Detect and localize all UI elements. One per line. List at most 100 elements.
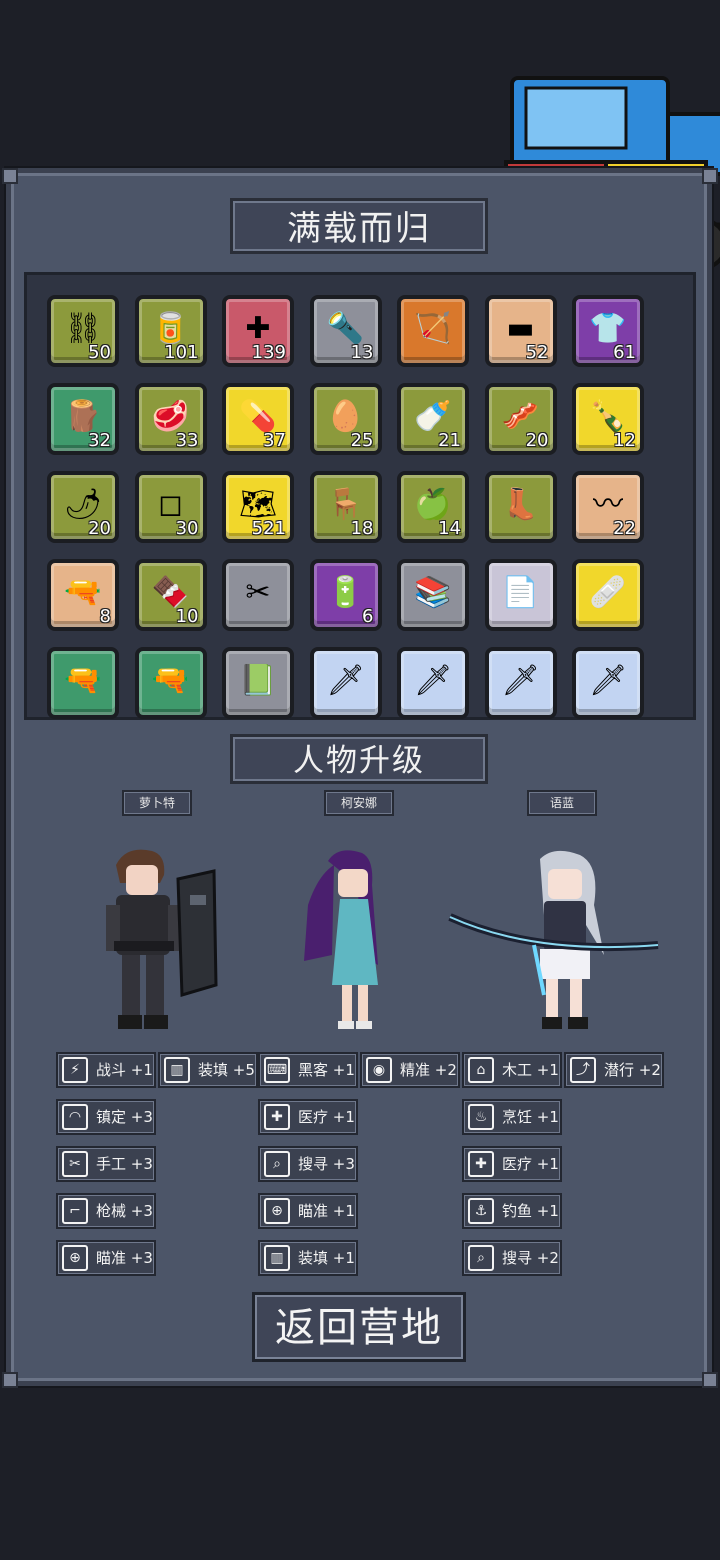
bandage-icon: 🩹 bbox=[589, 575, 627, 611]
inventory-slot[interactable]: 🌶 20 bbox=[47, 471, 119, 543]
inventory-slot[interactable]: 📚 bbox=[397, 559, 469, 631]
inventory-slot[interactable]: 👕 61 bbox=[572, 295, 644, 367]
skill-label: 医疗 +1 bbox=[502, 1155, 559, 1173]
liquor-bottle-icon: 🍾 bbox=[589, 399, 627, 435]
item-count: 12 bbox=[613, 430, 636, 451]
hacker-icon: ⌨ bbox=[264, 1057, 290, 1083]
fishing-icon: ⚓ bbox=[468, 1198, 494, 1224]
item-count: 61 bbox=[613, 342, 636, 363]
inventory-slot[interactable]: 🥩 33 bbox=[134, 383, 207, 455]
inventory-slot[interactable]: ▬ 52 bbox=[484, 295, 557, 367]
inventory-slot[interactable]: 🥓 20 bbox=[484, 383, 557, 455]
inventory-slot[interactable]: 🔋 6 bbox=[309, 559, 382, 631]
inventory-slot[interactable]: 🍏 14 bbox=[397, 471, 469, 543]
sword-icon: 🗡 bbox=[326, 663, 365, 699]
inventory-slot[interactable]: 🥚 25 bbox=[309, 383, 382, 455]
skill-badge: ✚ 医疗 +1 bbox=[258, 1099, 358, 1135]
inventory-slot[interactable]: 🪑 18 bbox=[309, 471, 382, 543]
map-icon: 🗺 bbox=[238, 487, 278, 523]
item-count: 33 bbox=[175, 430, 199, 451]
inventory-slot[interactable]: 🍼 21 bbox=[397, 383, 469, 455]
combat-icon: ⚡ bbox=[62, 1057, 88, 1083]
chocolate-icon: 🍫 bbox=[151, 575, 190, 611]
egg-icon: 🥚 bbox=[326, 399, 365, 435]
inventory-slot[interactable]: 〰 22 bbox=[572, 471, 644, 543]
precision-icon: ◉ bbox=[366, 1057, 392, 1083]
item-count: 18 bbox=[350, 518, 374, 539]
wood-log-icon: 🪵 bbox=[64, 399, 102, 435]
assault-rifle-icon: 🔫 bbox=[64, 663, 102, 699]
item-count: 10 bbox=[175, 606, 199, 627]
inventory-slot[interactable]: 🗺 521 bbox=[222, 471, 294, 543]
inventory-slot[interactable]: 🔦 13 bbox=[309, 295, 382, 367]
aim-icon: ⊕ bbox=[264, 1198, 290, 1224]
inventory-slot[interactable]: 🥫 101 bbox=[134, 295, 207, 367]
skill-label: 装填 +5 bbox=[198, 1061, 255, 1079]
inventory-slot[interactable]: 🍫 10 bbox=[134, 559, 207, 631]
boots-icon: 👢 bbox=[501, 487, 540, 523]
skill-label: 潜行 +2 bbox=[604, 1061, 661, 1079]
inventory-slot[interactable]: 💊 37 bbox=[222, 383, 294, 455]
inventory-slot[interactable]: ◻ 30 bbox=[134, 471, 207, 543]
shirt-icon: 👕 bbox=[589, 311, 627, 347]
inventory-slot[interactable]: 🗡 bbox=[484, 647, 557, 719]
return-to-camp-button[interactable]: 返回营地 bbox=[252, 1292, 466, 1362]
item-count: 139 bbox=[251, 342, 286, 363]
item-count: 8 bbox=[99, 606, 111, 627]
skill-badge: ⌂ 木工 +1 bbox=[462, 1052, 562, 1088]
inventory-slot[interactable]: 📄 bbox=[484, 559, 557, 631]
skill-label: 手工 +3 bbox=[96, 1155, 153, 1173]
inventory-slot[interactable]: ⛓ 50 bbox=[47, 295, 119, 367]
flashlight-icon: 🔦 bbox=[326, 311, 365, 347]
canned-food-icon: 🥫 bbox=[151, 311, 190, 347]
milk-bottle-icon: 🍼 bbox=[414, 399, 452, 435]
craft-icon: ✂ bbox=[62, 1151, 88, 1177]
skill-label: 钓鱼 +1 bbox=[502, 1202, 559, 1220]
item-count: 521 bbox=[251, 518, 286, 539]
skill-label: 战斗 +1 bbox=[96, 1061, 153, 1079]
inventory-slot[interactable]: 🍾 12 bbox=[572, 383, 644, 455]
panel-corner bbox=[702, 168, 718, 184]
inventory-slot[interactable]: 🔫 bbox=[47, 647, 119, 719]
inventory-slot[interactable]: ✂ bbox=[222, 559, 294, 631]
item-count: 25 bbox=[350, 430, 374, 451]
page-title: 满载而归 bbox=[230, 198, 488, 254]
inventory-panel: ⛓ 50 🥫 101 ✚ 139 🔦 13 🏹 ▬ 52 👕 61 🪵 32 🥩 33 💊 37 🥚 25 🍼 21 🥓 20 🍾… bbox=[24, 272, 696, 720]
search-icon: ⌕ bbox=[264, 1151, 290, 1177]
skill-label: 瞄准 +1 bbox=[298, 1202, 355, 1220]
skill-label: 精准 +2 bbox=[400, 1061, 457, 1079]
skill-label: 医疗 +1 bbox=[298, 1108, 355, 1126]
firearms-icon: ⌐ bbox=[62, 1198, 88, 1224]
inventory-slot[interactable]: 🩹 bbox=[572, 559, 644, 631]
item-count: 22 bbox=[613, 518, 636, 539]
inventory-slot[interactable]: ✚ 139 bbox=[222, 295, 294, 367]
soap-icon: ▬ bbox=[506, 311, 535, 347]
rope-icon: 〰 bbox=[593, 487, 623, 523]
skill-label: 瞄准 +3 bbox=[96, 1249, 153, 1267]
inventory-slot[interactable]: 🗡 bbox=[397, 647, 469, 719]
skill-badge: ⤴ 潜行 +2 bbox=[564, 1052, 664, 1088]
green-book-icon: 📗 bbox=[239, 663, 277, 699]
inventory-slot[interactable]: 🪵 32 bbox=[47, 383, 119, 455]
inventory-slot[interactable]: 🗡 bbox=[309, 647, 382, 719]
calm-icon: ◠ bbox=[62, 1104, 88, 1130]
skill-badge: ▥ 装填 +1 bbox=[258, 1240, 358, 1276]
canned-meat-icon: 🥓 bbox=[501, 399, 540, 435]
inventory-slot[interactable]: 🔫 8 bbox=[47, 559, 119, 631]
sword-icon: 🗡 bbox=[501, 663, 540, 699]
skill-badge: ♨ 烹饪 +1 bbox=[462, 1099, 562, 1135]
item-count: 50 bbox=[88, 342, 111, 363]
panel-corner bbox=[702, 1372, 718, 1388]
inventory-slot[interactable]: 🔫 bbox=[134, 647, 207, 719]
item-count: 32 bbox=[88, 430, 111, 451]
skill-label: 枪械 +3 bbox=[96, 1202, 153, 1220]
inventory-slot[interactable]: 📗 bbox=[222, 647, 294, 719]
item-count: 13 bbox=[350, 342, 374, 363]
inventory-slot[interactable]: 👢 bbox=[484, 471, 557, 543]
inventory-slot[interactable]: 🗡 bbox=[572, 647, 644, 719]
skill-label: 装填 +1 bbox=[298, 1249, 355, 1267]
battery-icon: 🔋 bbox=[326, 575, 365, 611]
inventory-slot[interactable]: 🏹 bbox=[397, 295, 469, 367]
skill-badge: ✚ 医疗 +1 bbox=[462, 1146, 562, 1182]
sword-icon: 🗡 bbox=[588, 663, 628, 699]
